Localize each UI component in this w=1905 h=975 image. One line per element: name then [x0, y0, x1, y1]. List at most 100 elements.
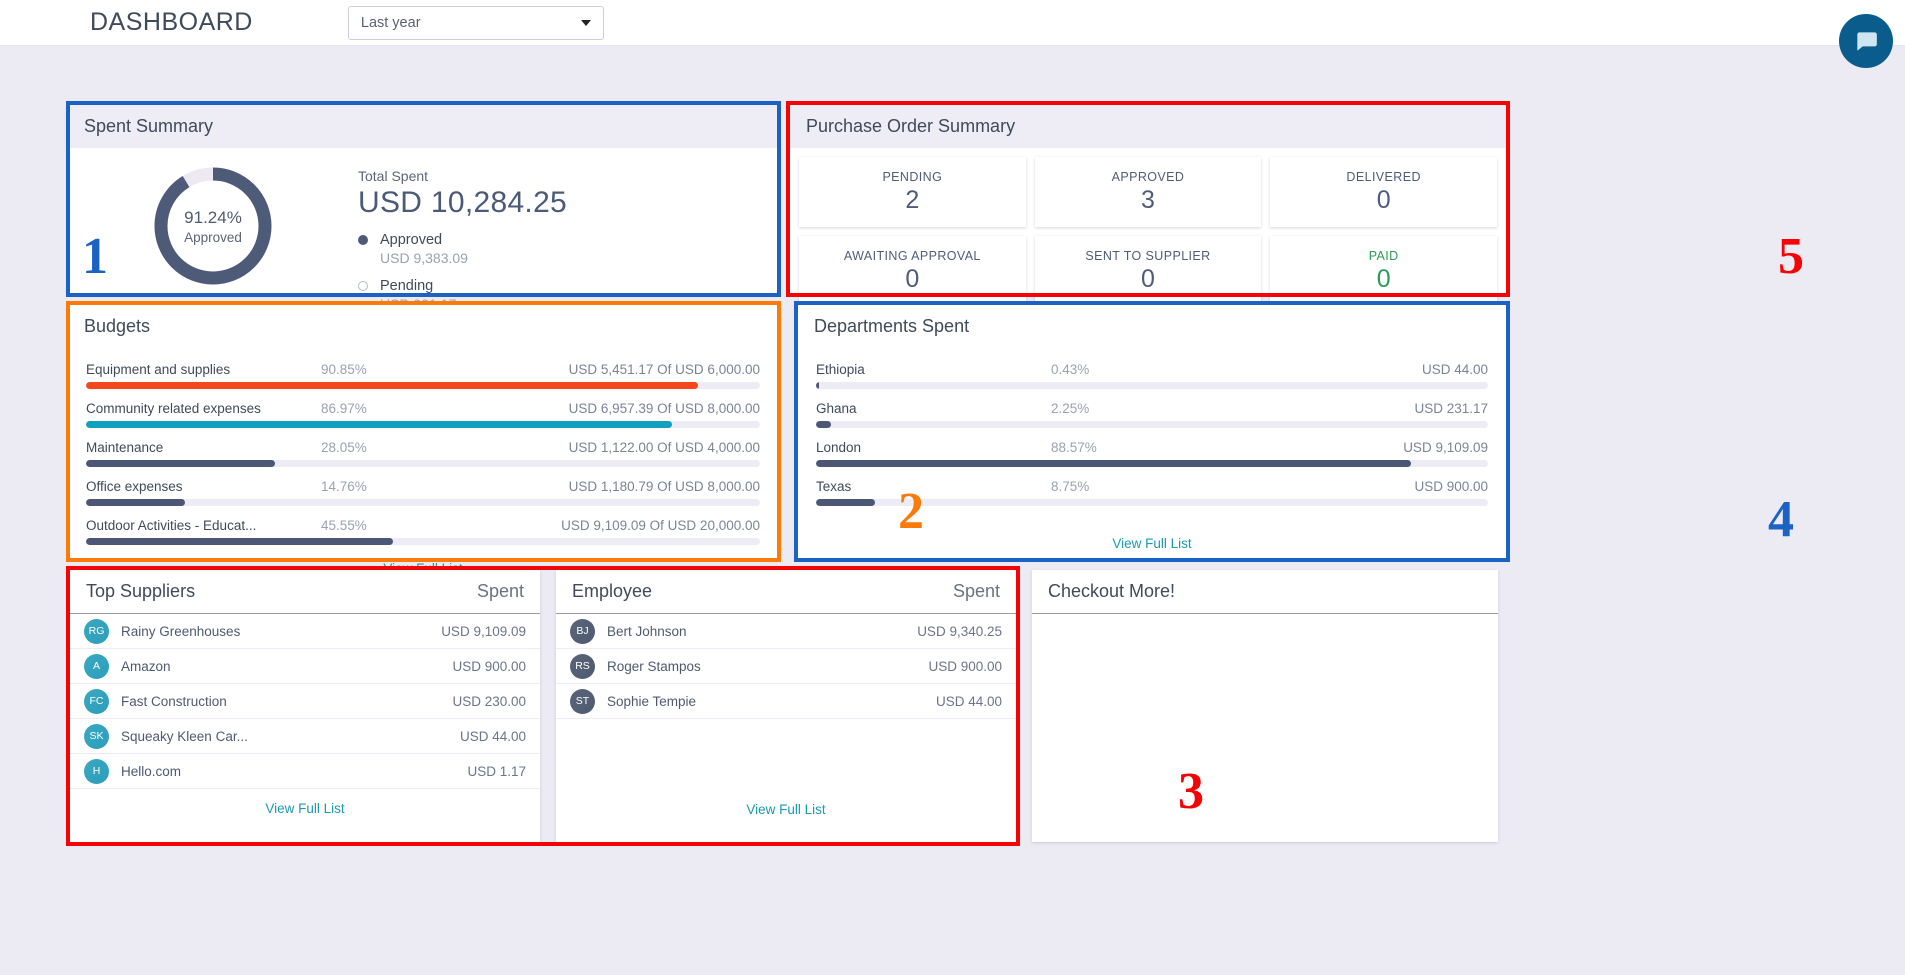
- budgets-title: Budgets: [68, 304, 778, 348]
- progress-bar-item: Outdoor Activities - Educat... 45.55% USD …: [86, 518, 760, 545]
- po-tile-label: PENDING: [882, 169, 943, 184]
- progress-bar-fill: [86, 382, 699, 389]
- progress-bar-amount: USD 5,451.17 Of USD 6,000.00: [568, 362, 760, 377]
- annotation-number-1: 1: [82, 228, 108, 285]
- avatar: RG: [84, 618, 109, 644]
- employee-title: Employee: [572, 581, 653, 601]
- employee-header: Employee Spent: [556, 570, 1016, 614]
- progress-bar-item: Community related expenses 86.97% USD 6,95…: [86, 401, 760, 428]
- list-item-name: Bert Johnson: [607, 623, 687, 639]
- po-tile[interactable]: PENDING 2: [799, 157, 1026, 227]
- avatar: BJ: [570, 618, 595, 644]
- progress-bar-label: Ethiopia: [816, 362, 865, 377]
- progress-bar-label: London: [816, 440, 862, 455]
- avatar: FC: [84, 688, 109, 714]
- progress-bar-track: [816, 382, 1488, 389]
- annotation-number-3: 3: [1178, 763, 1204, 820]
- top-suppliers-spent-header: Spent: [476, 581, 524, 601]
- po-tile-value: 0: [1376, 185, 1391, 214]
- avatar: RS: [570, 653, 595, 679]
- list-item-name: Squeaky Kleen Car...: [121, 728, 248, 744]
- employee-card: Employee Spent BJ Bert Johnson USD 9,340.2…: [556, 570, 1016, 842]
- avatar: H: [84, 758, 109, 784]
- period-select-value: Last year: [360, 14, 421, 31]
- progress-bar-fill: [816, 460, 1412, 467]
- purchase-order-tiles: PENDING 2 APPROVED 3 DELIVERED 0 AWAITING APPR…: [790, 148, 1506, 315]
- total-spent-value: USD 10,284.25: [358, 186, 568, 219]
- list-item[interactable]: FC Fast Construction USD 230.00: [70, 684, 540, 719]
- po-tile-label: AWAITING APPROVAL: [843, 248, 981, 263]
- progress-bar-fill: [816, 421, 832, 428]
- po-tile[interactable]: DELIVERED 0: [1270, 157, 1497, 227]
- budgets-list: Equipment and supplies 90.85% USD 5,451.17…: [68, 348, 778, 545]
- list-item-name: Sophie Tempie: [607, 693, 697, 709]
- avatar: A: [84, 653, 109, 679]
- progress-bar-item: Maintenance 28.05% USD 1,122.00 Of USD 4,0…: [86, 440, 760, 467]
- progress-bar-amount: USD 9,109.09: [1403, 440, 1488, 455]
- progress-bar-track: [816, 460, 1488, 467]
- checkout-more-card: Checkout More!: [1032, 570, 1498, 842]
- chat-fab-button[interactable]: [1839, 14, 1893, 68]
- progress-bar-label: Equipment and supplies: [86, 362, 231, 377]
- top-suppliers-title: Top Suppliers: [86, 581, 196, 601]
- spent-summary-card: Spent Summary 91.24% Approved Total Spen…: [68, 104, 778, 312]
- progress-bar-label: Texas: [816, 479, 852, 494]
- list-item-name: Hello.com: [121, 763, 182, 779]
- progress-bar-track: [86, 460, 760, 467]
- list-item[interactable]: RG Rainy Greenhouses USD 9,109.09: [70, 614, 540, 649]
- po-tile[interactable]: SENT TO SUPPLIER 0: [1034, 236, 1262, 306]
- legend-dot-icon: [358, 235, 368, 245]
- progress-bar-percent: 8.75%: [1051, 479, 1090, 494]
- chat-icon: [1857, 32, 1877, 51]
- po-tile[interactable]: PAID 0: [1270, 236, 1497, 306]
- progress-bar-fill: [86, 421, 673, 428]
- progress-bar-track: [816, 421, 1488, 428]
- progress-bar-track: [86, 382, 760, 389]
- progress-bar-amount: USD 44.00: [1421, 362, 1488, 377]
- departments-title: Departments Spent: [798, 304, 1506, 348]
- legend-item-approved: Approved: [358, 232, 567, 248]
- list-item[interactable]: ST Sophie Tempie USD 44.00: [556, 684, 1016, 719]
- list-item[interactable]: H Hello.com USD 1.17: [70, 754, 540, 789]
- employee-rows: BJ Bert Johnson USD 9,340.25 RS Roger Stampo…: [556, 614, 1016, 719]
- donut-sublabel: Approved: [184, 229, 242, 245]
- page-title: DASHBOARD: [90, 8, 253, 36]
- purchase-order-summary-card: Purchase Order Summary PENDING 2 APPROVED 3…: [790, 104, 1506, 306]
- progress-bar-label: Maintenance: [86, 440, 164, 455]
- period-select[interactable]: Last year: [347, 5, 604, 40]
- po-tile-label: SENT TO SUPPLIER: [1085, 248, 1211, 263]
- total-spent-label: Total Spent: [358, 168, 429, 184]
- list-item[interactable]: RS Roger Stampos USD 900.00: [556, 649, 1016, 684]
- list-item-amount: USD 9,109.09: [441, 623, 526, 639]
- progress-bar-percent: 88.57%: [1051, 440, 1097, 455]
- budgets-card: Budgets Equipment and supplies 90.85% USD …: [68, 304, 778, 576]
- legend-amount: USD 9,383.09: [380, 250, 468, 266]
- progress-bar-fill: [816, 382, 819, 389]
- progress-bar-label: Office expenses: [86, 479, 183, 494]
- list-item-amount: USD 1.17: [467, 763, 526, 779]
- employee-view-full-list-link[interactable]: View Full List: [556, 719, 1016, 817]
- progress-bar-item: Office expenses 14.76% USD 1,180.79 Of USD…: [86, 479, 760, 506]
- progress-bar-item: Equipment and supplies 90.85% USD 5,451.17…: [86, 362, 760, 389]
- progress-bar-item: London 88.57% USD 9,109.09: [816, 440, 1488, 467]
- progress-bar-amount: USD 231.17: [1414, 401, 1488, 416]
- list-item-name: Fast Construction: [121, 693, 227, 709]
- list-item[interactable]: BJ Bert Johnson USD 9,340.25: [556, 614, 1016, 649]
- progress-bar-fill: [86, 460, 276, 467]
- list-item-amount: USD 230.00: [452, 693, 526, 709]
- po-tile[interactable]: APPROVED 3: [1034, 157, 1262, 227]
- progress-bar-fill: [816, 499, 875, 506]
- employee-spent-header: Spent: [952, 581, 1000, 601]
- list-item-amount: USD 900.00: [928, 658, 1002, 674]
- list-item-amount: USD 44.00: [459, 728, 526, 744]
- list-item[interactable]: SK Squeaky Kleen Car... USD 44.00: [70, 719, 540, 754]
- progress-bar-percent: 45.55%: [321, 518, 367, 533]
- po-tile[interactable]: AWAITING APPROVAL 0: [799, 236, 1026, 306]
- legend-label: Approved: [380, 232, 443, 248]
- progress-bar-amount: USD 900.00: [1414, 479, 1488, 494]
- list-item-amount: USD 9,340.25: [917, 623, 1002, 639]
- top-suppliers-view-full-list-link[interactable]: View Full List: [70, 789, 540, 816]
- checkout-more-header: Checkout More!: [1032, 570, 1498, 614]
- list-item[interactable]: A Amazon USD 900.00: [70, 649, 540, 684]
- annotation-number-4: 4: [1768, 491, 1794, 548]
